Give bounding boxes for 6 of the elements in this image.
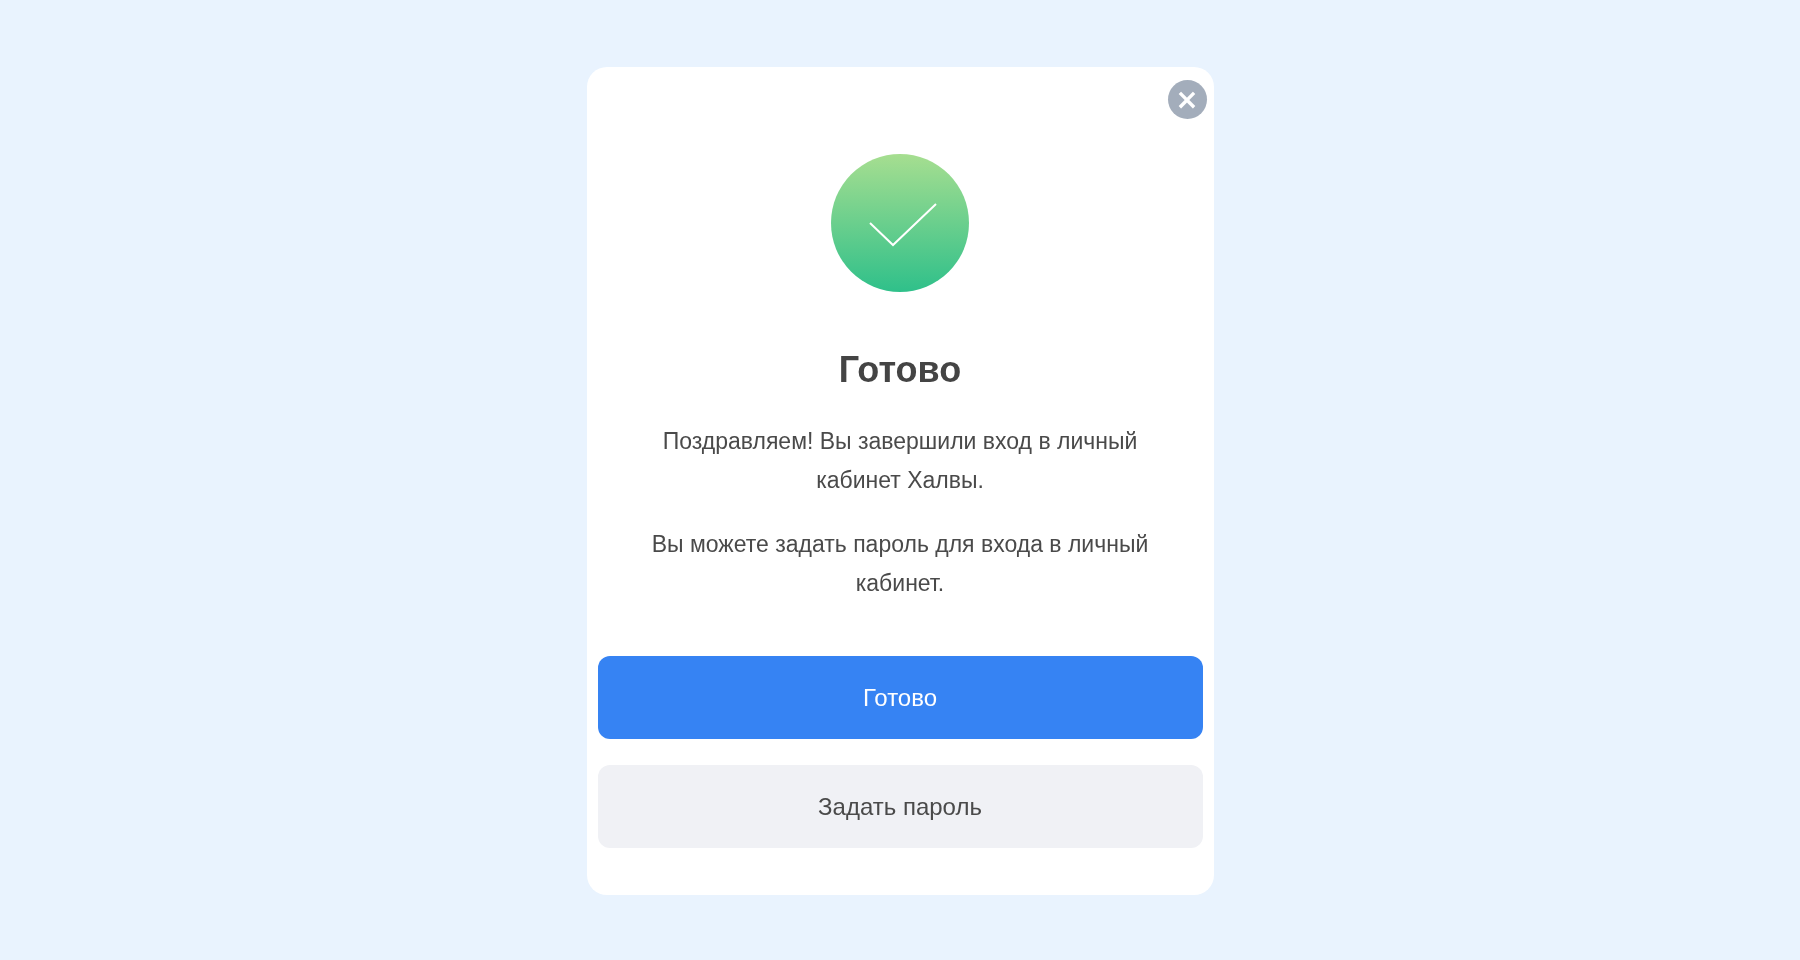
- dialog-title: Готово: [838, 348, 962, 392]
- message-text: Поздравляем! Вы завершили вход в личный кабинет Халвы.: [661, 427, 1139, 495]
- message-text: Вы можете задать пароль для входа в личный кабинет.: [650, 530, 1150, 598]
- set-password-button[interactable]: Задать пароль: [597, 765, 1203, 848]
- close-button[interactable]: ×: [1167, 80, 1207, 119]
- done-button[interactable]: Готово: [597, 656, 1203, 739]
